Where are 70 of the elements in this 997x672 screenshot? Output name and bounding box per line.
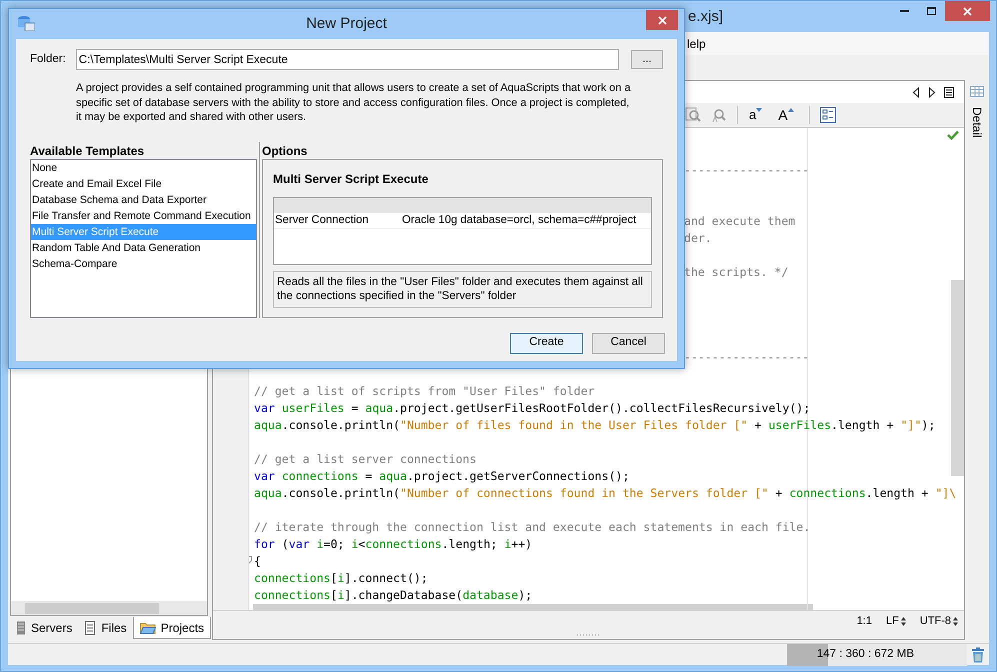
dialog-button[interactable]: Create: [510, 332, 583, 354]
code-line: der.: [684, 231, 712, 245]
find-icon[interactable]: [685, 107, 701, 123]
triangle-down-icon: [756, 108, 762, 112]
font-increase-button[interactable]: A: [777, 106, 795, 124]
templates-heading: Available Templates: [30, 142, 146, 158]
line-ending-selector[interactable]: LF: [886, 612, 906, 630]
folder-label: Folder:: [30, 52, 66, 67]
code-line: connections[i].changeDatabase(database);: [254, 588, 532, 602]
code-line: and execute them: [684, 214, 796, 228]
table-cell-text: Server Connection: [274, 212, 370, 228]
code-line: {: [254, 554, 261, 568]
code-line: var connections = aqua.project.getServerConnections();: [254, 469, 630, 483]
table-icon[interactable]: [970, 86, 984, 97]
server-icon: [16, 621, 26, 635]
folder-field[interactable]: C:\Templates\Multi Server Script Execute: [76, 49, 620, 70]
code-line: // get a list server connections: [254, 452, 476, 466]
code-line: // iterate through the connection list and execute each statements in each file.: [254, 520, 810, 534]
trash-icon[interactable]: [971, 646, 985, 662]
check-icon: [947, 130, 959, 140]
scroll-left-icon[interactable]: [912, 86, 920, 98]
memory-reading: 147 : 360 : 672 MB: [816, 646, 914, 662]
code-line: ------------------: [684, 350, 810, 364]
code-line: ------------------: [684, 163, 810, 177]
app-icon: [17, 15, 35, 31]
close-icon: [963, 6, 972, 16]
folder-icon: [140, 622, 156, 634]
triangle-up-icon: [788, 108, 794, 112]
close-button[interactable]: [945, 1, 990, 21]
sort-arrows-icon: [900, 616, 906, 626]
horizontal-scrollbar[interactable]: [11, 601, 207, 615]
window-title: e.xjs]: [688, 7, 724, 27]
description-text: A project provides a self contained programming unit that allows users to create a set of AquaScripts that work on a specific set of database servers with the ability to store and access configuration files. Once a project is completed, it may be exported and shared with other users.: [76, 81, 632, 124]
scroll-right-icon[interactable]: [928, 86, 936, 98]
panel-tab[interactable]: Files: [78, 617, 133, 639]
options-heading: Options: [262, 142, 308, 158]
options-title: Multi Server Script Execute: [273, 170, 430, 188]
code-line: for (var i=0; i<connections.length; i++): [254, 537, 532, 551]
close-icon: [658, 16, 666, 24]
template-item[interactable]: Create and Email Excel File: [31, 176, 256, 192]
find-replace-icon[interactable]: [711, 107, 727, 123]
panel-tab[interactable]: Servers: [10, 617, 78, 639]
dialog-button[interactable]: Cancel: [592, 332, 665, 354]
encoding-selector[interactable]: UTF-8: [920, 612, 958, 630]
template-item[interactable]: Random Table And Data Generation: [31, 240, 256, 256]
code-line: connections[i].connect();: [254, 571, 428, 585]
code-line: // get a list of scripts from "User Files" folder: [254, 384, 595, 398]
list-icon[interactable]: [944, 86, 954, 98]
document-icon: [84, 621, 96, 635]
template-item[interactable]: Schema-Compare: [31, 256, 256, 272]
close-button[interactable]: [646, 10, 678, 30]
checklist-icon[interactable]: [820, 107, 836, 123]
template-item[interactable]: None: [31, 160, 256, 176]
browse-button[interactable]: ...: [631, 50, 663, 69]
code-line: the scripts. */: [684, 265, 788, 279]
template-item[interactable]: Database Schema and Data Exporter: [31, 192, 256, 208]
sort-arrows-icon: [953, 616, 958, 626]
table-cell-text: Oracle 10g database=orcl, schema=c##project: [402, 212, 636, 228]
detail-tab[interactable]: Detail: [968, 107, 986, 138]
code-line: aqua.console.println("Number of files found in the User Files folder [" + userFiles.length + "]");: [254, 418, 936, 432]
cursor-position: 1:1: [856, 614, 872, 629]
panel-tab[interactable]: Projects: [132, 617, 212, 639]
options-description: Reads all the files in the "User Files" folder and executes them against all the connections specified in the "Servers" folder: [273, 270, 652, 308]
dialog-title: New Project: [306, 14, 387, 34]
code-line: var userFiles = aqua.project.getUserFilesRootFolder().collectFilesRecursively();: [254, 401, 810, 415]
code-line: aqua.console.println("Number of connections found in the Servers folder [" + connections.length + "]\: [254, 486, 956, 500]
font-decrease-button[interactable]: a: [748, 106, 764, 124]
template-item[interactable]: File Transfer and Remote Command Execution: [31, 208, 256, 224]
vertical-scrollbar[interactable]: [951, 280, 964, 476]
menu-item[interactable]: lelp: [687, 34, 706, 52]
